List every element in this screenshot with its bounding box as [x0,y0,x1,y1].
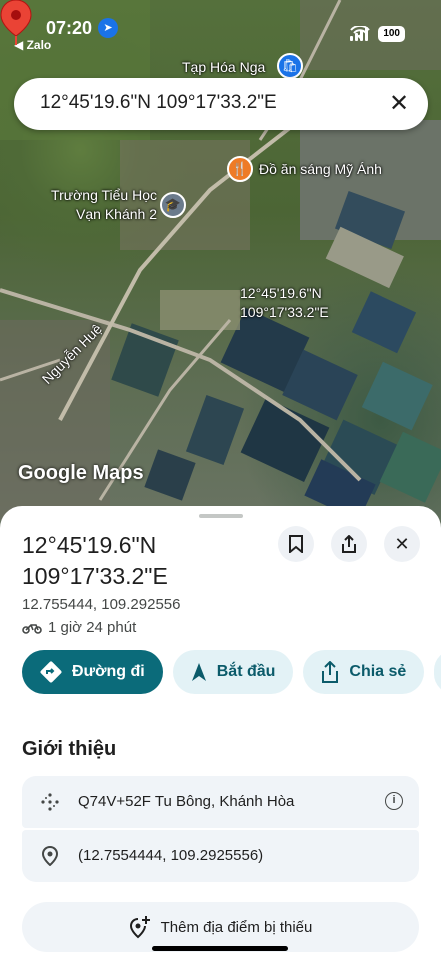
directions-icon [40,661,62,683]
add-location-icon [129,916,150,939]
bookmark-button[interactable] [278,526,314,562]
drag-handle[interactable] [199,514,243,518]
place-title: 12°45'19.6"N 109°17'33.2"E [22,530,272,592]
pin-label: 12°45'19.6"N 109°17'33.2"E [240,284,329,322]
restaurant-icon[interactable]: 🍴 [227,156,253,182]
school-label-line2: Vạn Khánh 2 [76,206,157,222]
info-icon[interactable]: i [385,792,403,810]
add-missing-label: Thêm địa điểm bị thiếu [160,918,313,936]
start-label: Bắt đầu [216,663,276,680]
school-icon[interactable]: 🎓 [160,192,186,218]
share-chip-button[interactable]: Chia sẻ [303,650,425,694]
school-label-line1: Trường Tiểu Học [51,187,157,203]
pin-label-line1: 12°45'19.6"N [240,285,322,301]
directions-label: Đường đi [72,663,145,680]
search-bar[interactable]: 12°45'19.6"N 109°17'33.2"E ✕ [14,78,428,130]
close-icon: ✕ [394,533,410,554]
shopping-bag-icon[interactable]: 🛍 [277,53,303,79]
close-sheet-button[interactable]: ✕ [384,526,420,562]
poi-label-school[interactable]: Trường Tiểu Học Vạn Khánh 2 [41,186,157,224]
status-bar: 07:20 ➤ ◀ Zalo 100 [0,0,441,56]
search-input[interactable]: 12°45'19.6"N 109°17'33.2"E [40,92,277,114]
home-indicator [152,946,288,951]
eta-text: 1 giờ 24 phút [48,619,137,636]
plus-code-text: Q74V+52F Tu Bông, Khánh Hòa [78,793,295,810]
share-button[interactable] [331,526,367,562]
more-action-chip[interactable] [434,650,441,694]
location-arrow-icon: ➤ [98,18,118,38]
add-missing-place-button[interactable]: Thêm địa điểm bị thiếu [22,902,419,952]
navigation-arrow-icon [191,663,206,681]
poi-label-do-an[interactable]: Đồ ăn sáng Mỹ Ánh [259,160,382,179]
title-line2: 109°17'33.2"E [22,563,168,589]
place-sheet: 12°45'19.6"N 109°17'33.2"E ✕ 12.755444, … [0,506,441,960]
directions-button[interactable]: Đường đi [22,650,163,694]
section-title: Giới thiệu [22,738,117,760]
clock: 07:20 [46,18,93,38]
share-label: Chia sẻ [349,663,407,680]
plus-code-row[interactable]: Q74V+52F Tu Bông, Khánh Hòa i [22,776,419,828]
share-icon [322,661,339,683]
wifi-icon [350,26,371,39]
motorbike-icon [22,623,42,634]
bookmark-icon [289,535,303,553]
location-pin-outline-icon [40,845,60,867]
action-chips: Đường đi Bắt đầu Chia sẻ [0,650,441,694]
travel-time: 1 giờ 24 phút [22,619,136,636]
pin-label-line2: 109°17'33.2"E [240,304,329,320]
decimal-coordinates: 12.755444, 109.292556 [22,596,181,613]
location-pin-icon[interactable] [0,0,32,46]
coordinates-row[interactable]: (12.7554444, 109.2925556) [22,830,419,882]
share-icon [342,535,356,553]
close-icon[interactable]: ✕ [386,91,412,117]
title-line1: 12°45'19.6"N [22,532,157,558]
coordinates-text: (12.7554444, 109.2925556) [78,847,264,864]
poi-label-tap-hoa[interactable]: Tạp Hóa Nga [182,58,265,77]
battery-icon: 100 [378,26,405,42]
start-button[interactable]: Bắt đầu [172,650,294,694]
google-maps-watermark: Google Maps [18,462,144,484]
plus-code-icon [40,792,60,812]
